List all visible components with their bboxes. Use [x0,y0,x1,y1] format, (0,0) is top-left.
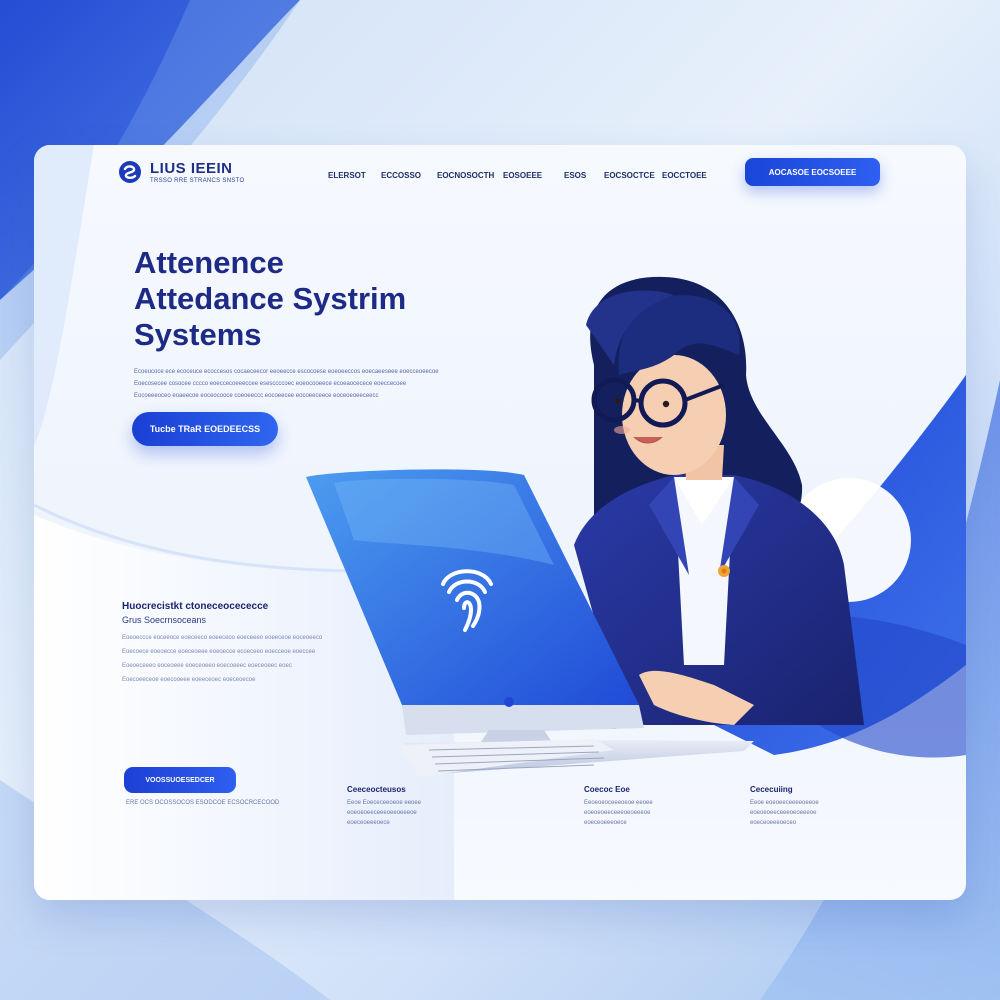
feature-section: Huocrecistkt ctoneceocececce Grus Soecrn… [122,601,352,687]
nav-item-5[interactable]: ESOS [564,171,604,180]
footer-column-2-line-2: eoeoeoeeceeeoeoeeeoe [584,810,651,816]
header-cta-button[interactable]: AOCASOE EOCSOEEE [745,158,880,186]
feature-desc-line-2: Eoecoece eoeoecce eoeceoeee eoeoecce eco… [122,649,316,655]
logo-icon [119,161,141,183]
hero-description: Ecoeucoce ece ecoceuce ecoccesos cocaece… [134,366,534,402]
footer-column-3-line-2: eoeoeoeeceeeoeoeeeoe [750,810,817,816]
nav-item-6[interactable]: EOCSOCTCE [604,171,662,180]
feature-desc-line-4: Eoecoeeceoe eoecooeee eoeeceoec eoeceoec… [122,677,256,683]
hero-desc-line-3: Eocoeeeoceo eoaeecoe eoceocooce coeoeecc… [134,393,379,399]
footer-column-1-line-2: eoeoeoeeceeeoeeoeeeoe [347,810,417,816]
feature-description: Eoeoeccce eoceeoce eoeceeco eoeeceoo eoe… [122,631,352,687]
footer-column-2-line-1: Eeoeoeoceeeoeoe eeoee [584,800,653,806]
footer-column-2-title[interactable]: Coecoc Eoe [584,785,714,794]
nav-item-7[interactable]: EOCCTOEE [662,171,712,180]
nav-item-4[interactable]: EOSOEEE [503,171,564,180]
hero-title: Attenence Attedance Systrim Systems [134,245,406,353]
footer-column-1-line-3: eoeceoeeeoece [347,820,390,826]
feature-desc-line-1: Eoeoeccce eoceeoce eoeceeco eoeeceoo eoe… [122,635,323,641]
footer-column-1-line-1: Eeoe Eoececeeoeoe eeoee [347,800,422,806]
hero-cta-button[interactable]: Tucbe TRaR EOEDEECSS [132,412,278,446]
footer-column-2: Coecoc Eoe Eeoeoeoceeeoeoe eeoee eoeoeoe… [584,785,714,826]
footer-column-3-title[interactable]: Cececuiing [750,785,880,794]
footer-column-3-line-3: eoeceoeeeoeceo [750,820,797,826]
landing-card: LIUS IEEIN TRSSO RRE STRANCS SNSTO ELERS… [34,145,966,900]
hero-title-line-1: Attenence [134,245,284,280]
brand-logo[interactable]: LIUS IEEIN TRSSO RRE STRANCS SNSTO [118,160,244,184]
brand-name: LIUS IEEIN [150,159,233,177]
hero-title-line-2: Attedance Systrim [134,281,407,316]
bottom-cta-button[interactable]: VOOSSUOESEDCER [124,767,236,793]
fingerprint-icon [441,569,493,632]
footer-column-1-title[interactable]: Ceeceocteusos [347,785,477,794]
bottom-caption: ERE OCS OCOSSOCOS ESODCOE ECSOCRCECOOD [126,800,280,806]
feature-subtitle: Grus Soecrnsoceans [122,615,207,625]
hero-desc-line-2: Eoecosecee cosocee cccco eoeccecoeeeccee… [134,381,407,387]
feature-desc-line-3: Eoeoeceeeo eoceoeee eoeceoeeo eoecoeeec … [122,663,292,669]
nav-item-2[interactable]: ECCOSSO [381,171,437,180]
feature-title: Huocrecistkt ctoneceocececce [122,601,269,612]
top-nav: ELERSOT ECCOSSO EOCNOSOCTH EOSOEEE ESOS … [328,171,712,180]
footer-column-2-line-3: eoeceoeeeoece [584,820,627,826]
footer-column-3-line-1: Eeoe eoeoeeceeeeoeeoe [750,800,819,806]
hero-title-line-3: Systems [134,317,262,352]
footer-column-1: Ceeceocteusos Eeoe Eoececeeoeoe eeoee eo… [347,785,477,826]
footer-column-3: Cececuiing Eeoe eoeoeeceeeeoeeoe eoeoeoe… [750,785,880,826]
hero-desc-line-1: Ecoeucoce ece ecoceuce ecoccesos cocaece… [134,369,439,375]
brand-tagline: TRSSO RRE STRANCS SNSTO [150,177,245,184]
nav-item-1[interactable]: ELERSOT [328,171,381,180]
nav-item-3[interactable]: EOCNOSOCTH [437,171,503,180]
